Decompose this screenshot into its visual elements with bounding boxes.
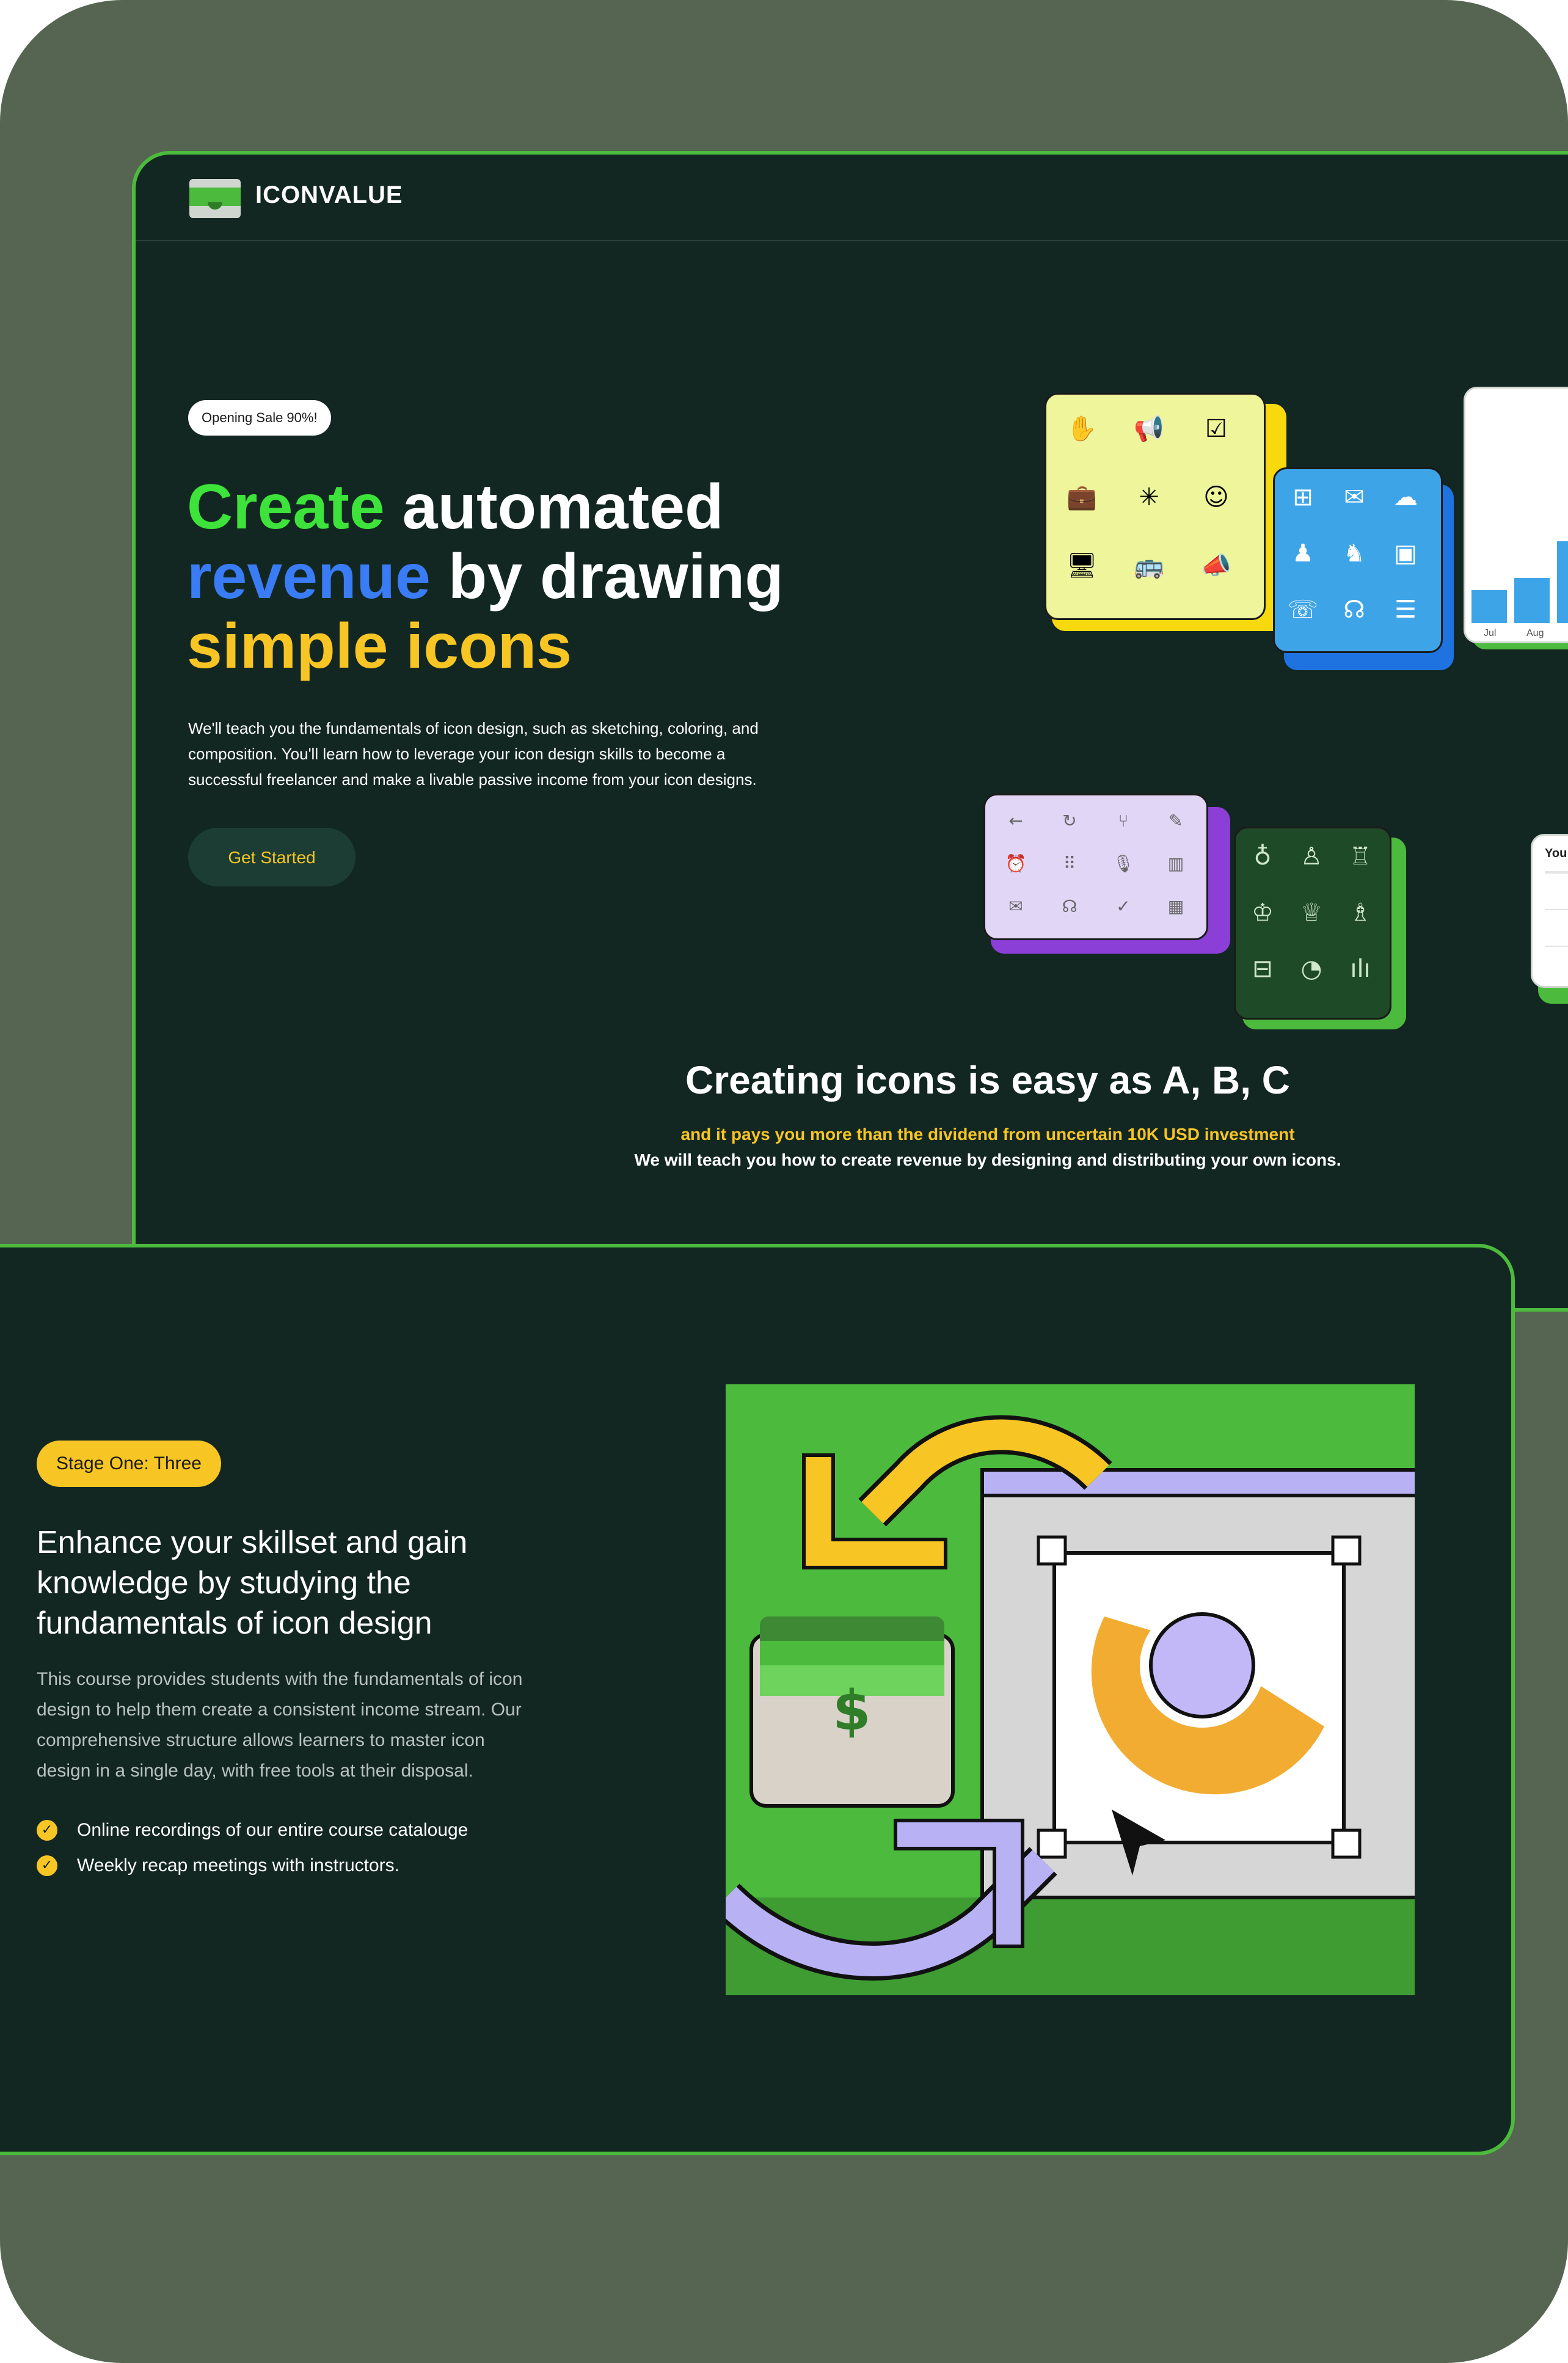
para-line: comprehensive structure allows learners …	[37, 1730, 485, 1750]
pair-icon: ♖	[1349, 842, 1371, 871]
teacher-icon: ⊞	[1293, 483, 1313, 511]
abc-title: Creating icons is easy as A, B, C	[685, 1058, 1290, 1102]
handshake-icon: ☊	[1343, 596, 1365, 624]
pencil-icon: ✎	[1169, 811, 1183, 831]
check-icon: ✓	[1116, 896, 1131, 916]
bullet-text: Weekly recap meetings with instructors.	[77, 1855, 399, 1875]
rewind-icon: ↻	[1062, 811, 1077, 831]
earnings-card: You earned $30.03 in November	[1531, 834, 1568, 988]
para-line: design to help them create a consistent …	[37, 1700, 522, 1720]
abc-subtitle: We will teach you how to create revenue …	[634, 1150, 1341, 1169]
hero-intro: We'll teach you the fundamentals of icon…	[188, 715, 823, 792]
abc-highlight: and it pays you more than the dividend f…	[680, 1125, 1295, 1144]
bar	[1514, 578, 1550, 623]
presentation-icon: 🖥	[1066, 552, 1098, 580]
hero-card: ICONVALUE Opening Sale 90%! Create autom…	[132, 151, 1568, 1312]
hand-icon: ✋	[1067, 415, 1097, 443]
headline-word-by-drawing: by drawing	[430, 541, 784, 612]
green-icon-tile: ♁ ♙ ♖ ♔ ♕ ♗ ⊟ ◔ ılı	[1234, 827, 1391, 1020]
globe-group-icon: ♁	[1253, 842, 1272, 871]
para-line: This course provides students with the f…	[37, 1669, 523, 1689]
calendar-icon: ▦	[1167, 896, 1184, 916]
comment-icon: ☁	[1393, 483, 1418, 511]
lilac-icon-tile: ← ↻ ⑂ ✎ ⏰ ⠿ 🎙 ▥ ✉ ☊ ✓ ▦	[983, 794, 1208, 940]
chart-card: Jul Aug	[1464, 387, 1568, 643]
headline-word-create: Create	[187, 472, 385, 542]
clipboard-icon: ☑	[1205, 415, 1227, 443]
grid-icon: ⠿	[1063, 853, 1076, 874]
get-started-button[interactable]: Get Started	[188, 828, 356, 886]
meeting-icon: ♕	[1300, 899, 1322, 927]
people-icon: ♙	[1300, 842, 1322, 871]
top-nav: ICONVALUE	[136, 155, 1568, 241]
heading-line: knowledge by studying the	[37, 1565, 411, 1601]
report-icon: ☰	[1395, 596, 1417, 624]
stats-icon: ▥	[1167, 853, 1184, 874]
bullet-text: Online recordings of our entire course c…	[77, 1820, 469, 1840]
team-lead-icon: ♗	[1349, 899, 1371, 927]
arrow-left-icon: ←	[1008, 811, 1023, 831]
bar	[1471, 590, 1507, 623]
check-circle-icon: ✓	[37, 1855, 57, 1876]
yellow-icon-tile: ✋ 📢 ☑ 💼 ✳ ☺ 🖥 🚌 📣	[1045, 393, 1266, 620]
brand-name[interactable]: ICONVALUE	[255, 181, 403, 209]
design-illustration: $	[726, 1384, 1415, 1995]
board-icon: ▣	[1394, 539, 1417, 568]
intro-line: composition. You'll learn how to leverag…	[188, 745, 726, 763]
headline-word-simple-icons: simple icons	[187, 611, 572, 682]
month-label: Jul	[1484, 628, 1497, 638]
bus-icon: 🚌	[1134, 552, 1164, 580]
split-icon: ⑂	[1118, 811, 1129, 831]
alarm-icon: ⏰	[1005, 853, 1027, 874]
microphone-icon: 🎙	[1112, 853, 1134, 874]
chat-icon: ✉	[1344, 483, 1365, 511]
intro-line: We'll teach you the fundamentals of icon…	[188, 719, 759, 737]
course-heading: Enhance your skillset and gain knowledge…	[37, 1522, 586, 1643]
headline-word-automated: automated	[384, 472, 724, 542]
bullet-item: ✓ Weekly recap meetings with instructors…	[37, 1852, 399, 1879]
team-icon: ♞	[1343, 539, 1365, 568]
course-card: Stage One: Three Enhance your skillset a…	[0, 1244, 1515, 2155]
network-icon: ✳	[1139, 483, 1159, 511]
page-frame: ICONVALUE Opening Sale 90%! Create autom…	[0, 0, 1568, 2363]
hero-headline: Create automated revenue by drawing simp…	[187, 472, 859, 681]
intro-line: successful freelancer and make a livable…	[188, 770, 757, 789]
wallet-logo-icon[interactable]	[189, 179, 241, 218]
blue-icon-tile: ⊞ ✉ ☁ ♟ ♞ ▣ ☏ ☊ ☰	[1273, 467, 1443, 653]
month-label: Aug	[1526, 628, 1544, 638]
loudspeaker-icon: 📣	[1201, 552, 1231, 580]
heading-line: Enhance your skillset and gain	[37, 1525, 468, 1560]
speaker-group-icon: ♔	[1252, 899, 1274, 927]
course-description: This course provides students with the f…	[37, 1664, 586, 1786]
growth-icon: ılı	[1350, 955, 1371, 983]
bar	[1557, 541, 1568, 623]
stage-badge: Stage One: Three	[37, 1441, 221, 1487]
sale-badge: Opening Sale 90%!	[188, 400, 331, 436]
heading-line: fundamentals of icon design	[37, 1605, 432, 1641]
chart-person-icon: ◔	[1300, 955, 1322, 983]
idea-head-icon: ☺	[1203, 483, 1229, 511]
speech-icon: ☏	[1287, 596, 1319, 624]
headphones-icon: ☊	[1062, 896, 1078, 916]
bullet-item: ✓ Online recordings of our entire course…	[37, 1817, 468, 1844]
check-circle-icon: ✓	[37, 1820, 57, 1841]
design-illustration-svg: $	[726, 1415, 1415, 1995]
megaphone-phone-icon: 📢	[1134, 415, 1164, 443]
svg-text:$: $	[833, 1679, 871, 1743]
group-icon: ♟	[1292, 539, 1314, 568]
earnings-title: You earned $30.03 in November	[1545, 847, 1568, 860]
briefcase-icon: 💼	[1067, 483, 1097, 511]
para-line: design in a single day, with free tools …	[37, 1761, 473, 1781]
presenter-icon: ⊟	[1252, 955, 1273, 983]
headline-word-revenue: revenue	[187, 541, 431, 612]
mail-icon: ✉	[1008, 896, 1023, 916]
